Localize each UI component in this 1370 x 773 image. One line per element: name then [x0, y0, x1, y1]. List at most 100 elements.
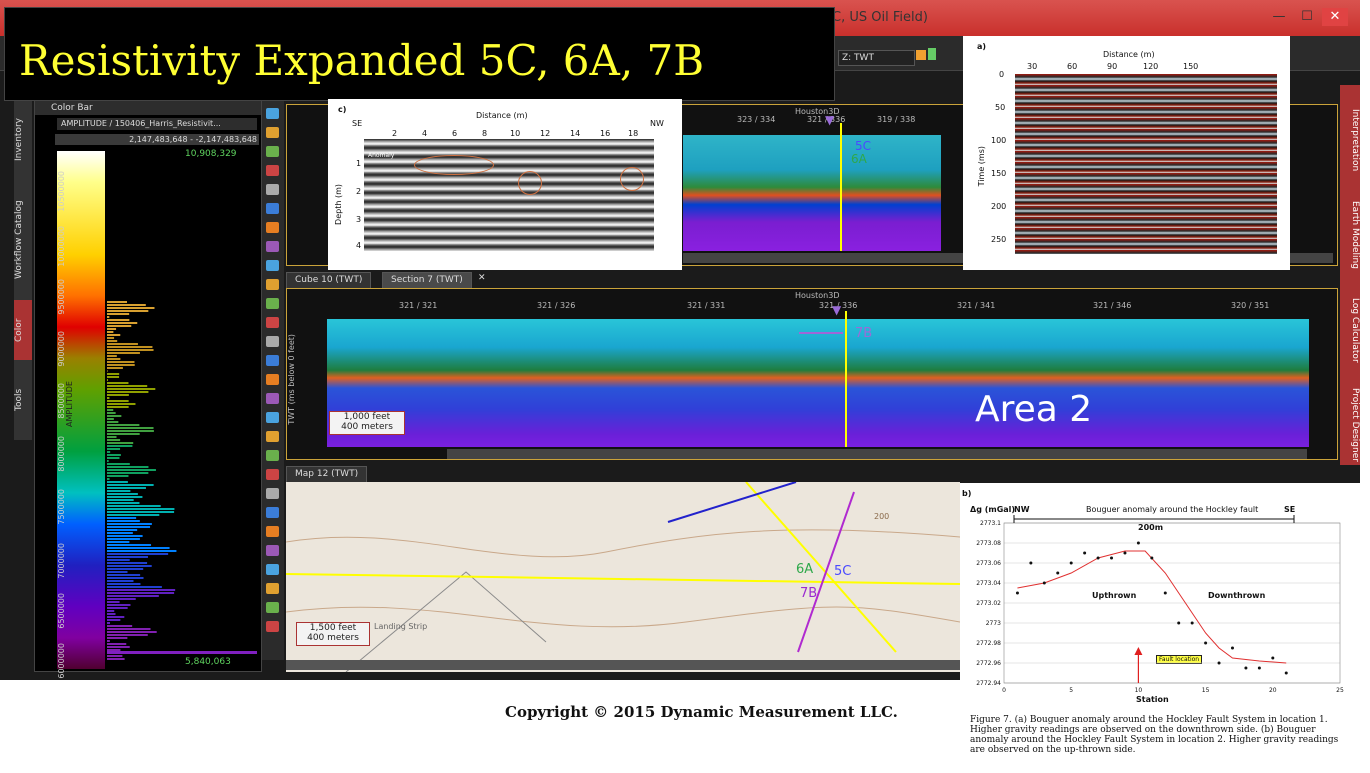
histogram-bar	[107, 613, 116, 615]
y-tick: 2773.08	[976, 540, 1001, 547]
y-tick: 2773.04	[976, 580, 1001, 587]
tool-icon[interactable]	[266, 545, 279, 556]
y-tick: 100	[991, 136, 1007, 145]
cb-tick: 9000000	[57, 331, 66, 367]
marker-5c: 5C	[855, 139, 872, 153]
tab-inventory[interactable]: Inventory	[14, 110, 32, 170]
x-tick: 90	[1107, 62, 1118, 71]
tool-icon[interactable]	[266, 241, 279, 252]
x-tick: 0	[1002, 687, 1006, 694]
dropdown-chevron-icon[interactable]	[916, 50, 926, 60]
horizontal-scrollbar[interactable]	[447, 449, 1307, 459]
color-min[interactable]: 5,840,063	[185, 657, 231, 667]
histogram-bar	[107, 592, 175, 594]
histogram-bar	[107, 457, 120, 459]
step-icon[interactable]	[928, 48, 936, 60]
histogram-bar	[107, 478, 110, 480]
histogram-bar	[107, 433, 140, 435]
tool-icon[interactable]	[266, 279, 279, 290]
x-tick: 5	[1069, 687, 1073, 694]
color-range: 2,147,483,648 - -2,147,483,648	[55, 134, 259, 145]
nw-label: NW	[650, 119, 664, 128]
attribute-dropdown[interactable]: AMPLITUDE / 150406_Harris_Resistivit...	[57, 118, 257, 130]
x-tick: 25	[1336, 687, 1344, 694]
tool-icon[interactable]	[266, 526, 279, 537]
tool-icon[interactable]	[266, 374, 279, 385]
tool-icon[interactable]	[266, 165, 279, 176]
tab-tools[interactable]: Tools	[14, 375, 32, 425]
tool-icon[interactable]	[266, 602, 279, 613]
map-tab-bar: Map 12 (TWT)	[286, 466, 486, 483]
tab-map-12[interactable]: Map 12 (TWT)	[286, 466, 368, 483]
color-bar-header: Color Bar	[35, 101, 261, 115]
y-tick: 2773.06	[976, 560, 1001, 567]
close-icon[interactable]: ✕	[1322, 8, 1348, 26]
tool-icon[interactable]	[266, 260, 279, 271]
tool-icon[interactable]	[266, 317, 279, 328]
section-tab-bar: Cube 10 (TWT) Section 7 (TWT) ✕	[286, 272, 686, 289]
tool-icon[interactable]	[266, 184, 279, 195]
maximize-icon[interactable]: ☐	[1294, 8, 1320, 26]
tab-cube-10[interactable]: Cube 10 (TWT)	[286, 272, 372, 289]
tool-icon[interactable]	[266, 450, 279, 461]
x-tick: 6	[452, 129, 458, 138]
tool-icon[interactable]	[266, 108, 279, 119]
panel-label: a)	[977, 42, 987, 51]
histogram-bar	[107, 391, 149, 393]
x-tick: 20	[1269, 687, 1277, 694]
tool-icon[interactable]	[266, 469, 279, 480]
tool-icon[interactable]	[266, 203, 279, 214]
tool-icon[interactable]	[266, 222, 279, 233]
tool-icon[interactable]	[266, 127, 279, 138]
well-arrow-icon: ▼	[825, 113, 835, 127]
tool-icon[interactable]	[266, 507, 279, 518]
tab-project-designer[interactable]: Project Designer	[1340, 385, 1360, 465]
tab-section-7[interactable]: Section 7 (TWT)	[382, 272, 472, 289]
tool-icon[interactable]	[266, 583, 279, 594]
histogram-bar	[107, 574, 141, 576]
x-tick: 60	[1067, 62, 1078, 71]
tool-icon[interactable]	[266, 298, 279, 309]
x-tick: 30	[1027, 62, 1038, 71]
tool-icon[interactable]	[266, 393, 279, 404]
histogram-bar	[107, 616, 125, 618]
histogram-bar	[107, 421, 119, 423]
trace-tick: 320 / 351	[1231, 301, 1270, 310]
data-point	[1217, 661, 1221, 665]
panel-label: c)	[338, 105, 347, 114]
tool-icon[interactable]	[266, 412, 279, 423]
tab-earth-modeling[interactable]: Earth Modeling	[1340, 195, 1360, 275]
window-title: C, US Oil Field)	[832, 10, 928, 25]
tab-interpretation[interactable]: Interpretation	[1340, 95, 1360, 185]
tool-icon[interactable]	[266, 431, 279, 442]
histogram-bar	[107, 415, 122, 417]
y-tick: 2772.96	[976, 660, 1001, 667]
tab-workflow-catalog[interactable]: Workflow Catalog	[14, 190, 32, 290]
tool-icon[interactable]	[266, 488, 279, 499]
section-view-main[interactable]: Houston3D 321 / 321 321 / 326 321 / 331 …	[286, 288, 1338, 460]
tool-icon[interactable]	[266, 336, 279, 347]
histogram-bar	[107, 388, 156, 390]
histogram-bar	[107, 469, 156, 471]
tab-log-calculator[interactable]: Log Calculator	[1340, 290, 1360, 370]
minimize-icon[interactable]: —	[1266, 8, 1292, 26]
x-tick: 10	[510, 129, 521, 138]
tool-strip	[262, 100, 284, 660]
tab-color[interactable]: Color	[14, 300, 32, 360]
tool-icon[interactable]	[266, 146, 279, 157]
tool-icon[interactable]	[266, 564, 279, 575]
histogram-bar	[107, 358, 121, 360]
map-scrollbar[interactable]	[286, 660, 960, 670]
color-max[interactable]: 10,908,329	[185, 149, 237, 159]
amplitude-axis-label: AMPLITUDE	[65, 381, 74, 427]
histogram-bar	[107, 604, 131, 606]
marker-7b: 7B	[855, 326, 873, 341]
histogram-bar	[107, 598, 136, 600]
tool-icon[interactable]	[266, 621, 279, 632]
close-tab-icon[interactable]: ✕	[478, 273, 486, 283]
map-view[interactable]: 6A 5C 7B Landing Strip 200 1,500 feet 40…	[286, 482, 960, 672]
z-mode-select[interactable]: Z: TWT	[838, 50, 915, 66]
histogram-bar	[107, 595, 159, 597]
histogram-bar	[107, 634, 148, 636]
tool-icon[interactable]	[266, 355, 279, 366]
